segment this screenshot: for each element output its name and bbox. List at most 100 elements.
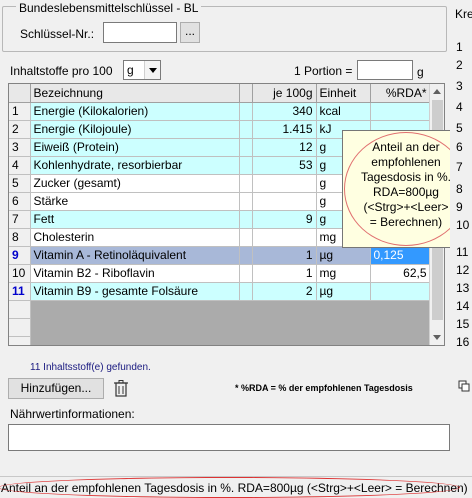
unit-select[interactable]: g bbox=[123, 60, 161, 80]
cell-unit[interactable]: mg bbox=[316, 264, 371, 283]
table-row[interactable]: 9 Vitamin A - Retinoläquivalent 1 µg 0,125 bbox=[9, 246, 431, 265]
cell-spacer[interactable] bbox=[239, 156, 253, 175]
browse-button[interactable]: ... bbox=[180, 22, 200, 43]
cell-value[interactable]: 1 bbox=[252, 264, 317, 283]
cell-name[interactable]: Stärke bbox=[30, 192, 240, 211]
copy-icon[interactable] bbox=[458, 380, 470, 392]
cell-rda[interactable] bbox=[370, 282, 431, 301]
empty-cell bbox=[30, 336, 240, 345]
empty-cell bbox=[316, 300, 371, 319]
cell-name[interactable]: Energie (Kilojoule) bbox=[30, 120, 240, 139]
cell-spacer[interactable] bbox=[239, 246, 253, 265]
cell-name[interactable]: Vitamin A - Retinoläquivalent bbox=[30, 246, 240, 265]
empty-row bbox=[9, 300, 431, 319]
cell-name[interactable]: Cholesterin bbox=[30, 228, 240, 247]
add-button[interactable]: Hinzufügen... bbox=[8, 378, 104, 399]
cell-spacer[interactable] bbox=[239, 264, 253, 283]
table-row[interactable]: 11 Vitamin B9 - gesamte Folsäure 2 µg bbox=[9, 282, 431, 301]
col-header-value[interactable]: je 100g bbox=[252, 84, 317, 103]
empty-cell bbox=[252, 300, 317, 319]
cell-rda[interactable]: 0,125 bbox=[370, 246, 431, 265]
right-row-number: 12 bbox=[456, 263, 470, 277]
cell-unit[interactable]: µg bbox=[316, 282, 371, 301]
right-row-number: 9 bbox=[456, 200, 463, 214]
unit-value: g bbox=[127, 63, 134, 77]
per-label: Inhaltstoffe pro 100 bbox=[10, 64, 113, 78]
cell-spacer[interactable] bbox=[239, 174, 253, 193]
key-input[interactable] bbox=[103, 22, 177, 43]
row-number[interactable]: 10 bbox=[9, 264, 31, 283]
right-row-number: 1 bbox=[456, 40, 463, 54]
row-number[interactable]: 4 bbox=[9, 156, 31, 175]
found-count: 11 Inhaltsstoff(e) gefunden. bbox=[30, 362, 151, 373]
cell-value[interactable]: 53 bbox=[252, 156, 317, 175]
right-row-number: 2 bbox=[456, 58, 463, 72]
cell-unit[interactable]: kcal bbox=[316, 102, 371, 121]
cell-name[interactable]: Energie (Kilokalorien) bbox=[30, 102, 240, 121]
cell-spacer[interactable] bbox=[239, 102, 253, 121]
cell-spacer[interactable] bbox=[239, 120, 253, 139]
cell-value[interactable]: 9 bbox=[252, 210, 317, 229]
empty-cell bbox=[370, 318, 431, 337]
cell-value[interactable]: 12 bbox=[252, 138, 317, 157]
portion-label: 1 Portion = bbox=[294, 64, 353, 78]
cell-spacer[interactable] bbox=[239, 228, 253, 247]
empty-cell bbox=[9, 318, 31, 337]
empty-cell bbox=[316, 336, 371, 345]
portion-unit: g bbox=[417, 65, 424, 79]
right-row-number: 8 bbox=[456, 182, 463, 196]
cell-name[interactable]: Zucker (gesamt) bbox=[30, 174, 240, 193]
row-number[interactable]: 2 bbox=[9, 120, 31, 139]
scroll-up-icon[interactable] bbox=[430, 84, 444, 99]
scroll-down-icon[interactable] bbox=[430, 330, 444, 345]
cell-value[interactable]: 340 bbox=[252, 102, 317, 121]
cell-value[interactable]: 1.415 bbox=[252, 120, 317, 139]
empty-cell bbox=[239, 318, 253, 337]
row-number[interactable]: 5 bbox=[9, 174, 31, 193]
empty-cell bbox=[9, 300, 31, 319]
table-row[interactable]: 1 Energie (Kilokalorien) 340 kcal bbox=[9, 102, 431, 121]
row-number[interactable]: 3 bbox=[9, 138, 31, 157]
cell-name[interactable]: Kohlenhydrate, resorbierbar bbox=[30, 156, 240, 175]
cell-spacer[interactable] bbox=[239, 210, 253, 229]
cell-spacer[interactable] bbox=[239, 138, 253, 157]
cell-rda[interactable] bbox=[370, 102, 431, 121]
row-number[interactable]: 9 bbox=[9, 246, 31, 265]
row-number[interactable]: 6 bbox=[9, 192, 31, 211]
portion-input[interactable] bbox=[357, 60, 413, 80]
row-number[interactable]: 1 bbox=[9, 102, 31, 121]
empty-row bbox=[9, 318, 431, 337]
nutrition-textarea[interactable] bbox=[8, 424, 450, 451]
row-number[interactable]: 8 bbox=[9, 228, 31, 247]
col-header-rda[interactable]: %RDA* bbox=[370, 84, 431, 103]
cell-name[interactable]: Vitamin B9 - gesamte Folsäure bbox=[30, 282, 240, 301]
col-header-unit[interactable]: Einheit bbox=[316, 84, 371, 103]
trash-icon[interactable] bbox=[111, 378, 131, 399]
right-row-number: 16 bbox=[456, 335, 470, 349]
cell-rda[interactable]: 62,5 bbox=[370, 264, 431, 283]
cell-name[interactable]: Fett bbox=[30, 210, 240, 229]
cell-value[interactable]: 1 bbox=[252, 246, 317, 265]
cell-spacer[interactable] bbox=[239, 282, 253, 301]
nutrition-label: Nährwertinformationen: bbox=[10, 407, 135, 421]
empty-cell bbox=[239, 336, 253, 345]
col-header-spacer bbox=[239, 84, 253, 103]
status-highlight bbox=[0, 477, 460, 498]
cell-name[interactable]: Eiweiß (Protein) bbox=[30, 138, 240, 157]
cell-spacer[interactable] bbox=[239, 192, 253, 211]
empty-cell bbox=[9, 336, 31, 345]
col-header-name[interactable]: Bezeichnung bbox=[30, 84, 240, 103]
right-panel-title: Kre bbox=[455, 7, 472, 21]
cell-value[interactable] bbox=[252, 192, 317, 211]
cell-value[interactable] bbox=[252, 174, 317, 193]
right-row-number: 4 bbox=[456, 100, 463, 114]
status-bar: Anteil an der empfohlenen Tagesdosis in … bbox=[0, 476, 472, 498]
cell-value[interactable]: 2 bbox=[252, 282, 317, 301]
row-number[interactable]: 11 bbox=[9, 282, 31, 301]
cell-name[interactable]: Vitamin B2 - Riboflavin bbox=[30, 264, 240, 283]
chevron-down-icon[interactable] bbox=[144, 61, 160, 79]
cell-value[interactable] bbox=[252, 228, 317, 247]
table-row[interactable]: 10 Vitamin B2 - Riboflavin 1 mg 62,5 bbox=[9, 264, 431, 283]
row-number[interactable]: 7 bbox=[9, 210, 31, 229]
cell-unit[interactable]: µg bbox=[316, 246, 371, 265]
